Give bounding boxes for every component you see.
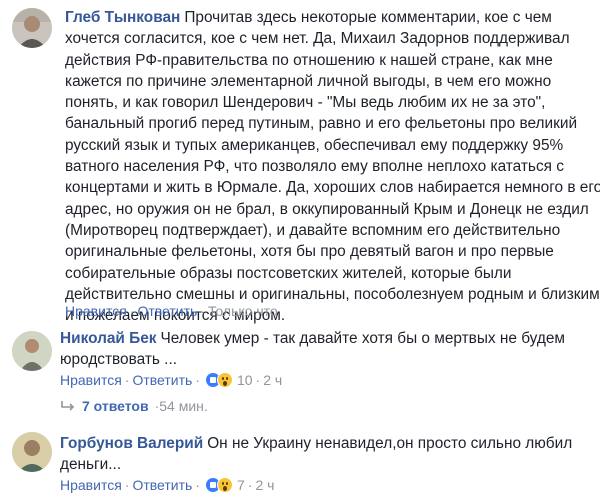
comment-line: Человек умер - так давайте хотя бы о мер…: [160, 330, 565, 347]
comment-body: Глеб Тынкован Прочитав здесь некоторые ко…: [65, 7, 600, 326]
reply-button[interactable]: Ответить: [132, 476, 192, 494]
comment-line: деньги...: [60, 456, 122, 474]
comment-line: хочется согласится, кое с чем нет. Да, М…: [65, 30, 570, 48]
separator: ·: [195, 372, 200, 388]
author-name[interactable]: Николай Бек: [60, 330, 157, 347]
reply-button[interactable]: Ответить: [137, 302, 197, 320]
separator: ·: [255, 372, 261, 388]
comment-line: действия РФ-правительства по отношению к…: [65, 51, 553, 69]
like-button[interactable]: Нравится: [60, 371, 122, 389]
separator: ·: [124, 372, 130, 388]
comment-line: банальный прогиб перед путиным, равно и …: [65, 115, 578, 133]
comment-line: понять, и как говорил Шендерович - "Мы в…: [65, 94, 546, 112]
comment-actions: Нравится · Ответить · 7 · 2 ч: [60, 476, 274, 494]
comment-line: Прочитав здесь некоторые комментарии, ко…: [184, 9, 552, 26]
like-button[interactable]: Нравится: [65, 302, 127, 320]
wow-reaction-icon: [216, 477, 233, 493]
reaction-count: 7: [236, 477, 245, 493]
comment-line: концертами и жить в Юрмале. Да, хороших …: [65, 179, 600, 197]
author-name[interactable]: Горбунов Валерий: [60, 435, 203, 452]
author-name[interactable]: Глеб Тынкован: [65, 9, 180, 26]
comment-line: юродствовать ...: [60, 351, 178, 369]
comment-line: оригинальные фельетоны, хотя бы про девя…: [65, 243, 554, 261]
view-replies[interactable]: 7 ответов · 54 мин.: [60, 398, 208, 414]
comment-line: адрес, но оружия он не брал, в оккупиров…: [65, 200, 589, 218]
comment-line: кажется по причине элементарной личной в…: [65, 72, 552, 90]
avatar[interactable]: [12, 331, 52, 371]
comment-line: собирательные образы постсоветских жител…: [65, 264, 512, 282]
comment-line: ватного населения РФ, что позволяло ему …: [65, 158, 564, 176]
comment-body: Горбунов Валерий Он не Украину ненавидел,…: [60, 433, 572, 476]
avatar[interactable]: [12, 8, 52, 48]
comment-actions: Нравится · Ответить · 10 · 2 ч: [60, 371, 282, 389]
timestamp[interactable]: Только что: [208, 302, 278, 320]
replies-count-link[interactable]: 7 ответов: [82, 398, 149, 414]
comment-line: Он не Украину ненавидел,он просто сильно…: [207, 435, 573, 452]
comment-line: действительно смешны и оригинальны, посо…: [65, 285, 600, 303]
reactions[interactable]: 7: [204, 476, 245, 494]
wow-reaction-icon: [216, 372, 233, 388]
replies-time: 54 мин.: [159, 398, 208, 414]
separator: ·: [195, 477, 200, 493]
timestamp[interactable]: 2 ч: [255, 476, 274, 494]
avatar[interactable]: [12, 432, 52, 472]
comment-line: (Миротворец подтверждает), и давайте всп…: [65, 221, 561, 239]
separator: ·: [124, 477, 130, 493]
reaction-count: 10: [236, 372, 253, 388]
timestamp[interactable]: 2 ч: [263, 371, 282, 389]
comment-body: Николай Бек Человек умер - так давайте хо…: [60, 328, 565, 371]
comment-line: русский язык и тупых американцев, обеспе…: [65, 136, 564, 154]
separator: ·: [247, 477, 253, 493]
like-button[interactable]: Нравится: [60, 476, 122, 494]
reactions[interactable]: 10: [204, 371, 253, 389]
reply-button[interactable]: Ответить: [132, 371, 192, 389]
separator: ·: [129, 303, 135, 319]
separator: ·: [200, 303, 205, 319]
reply-arrow-icon: [61, 401, 75, 411]
comment-actions: Нравится · Ответить · Только что: [65, 302, 278, 320]
